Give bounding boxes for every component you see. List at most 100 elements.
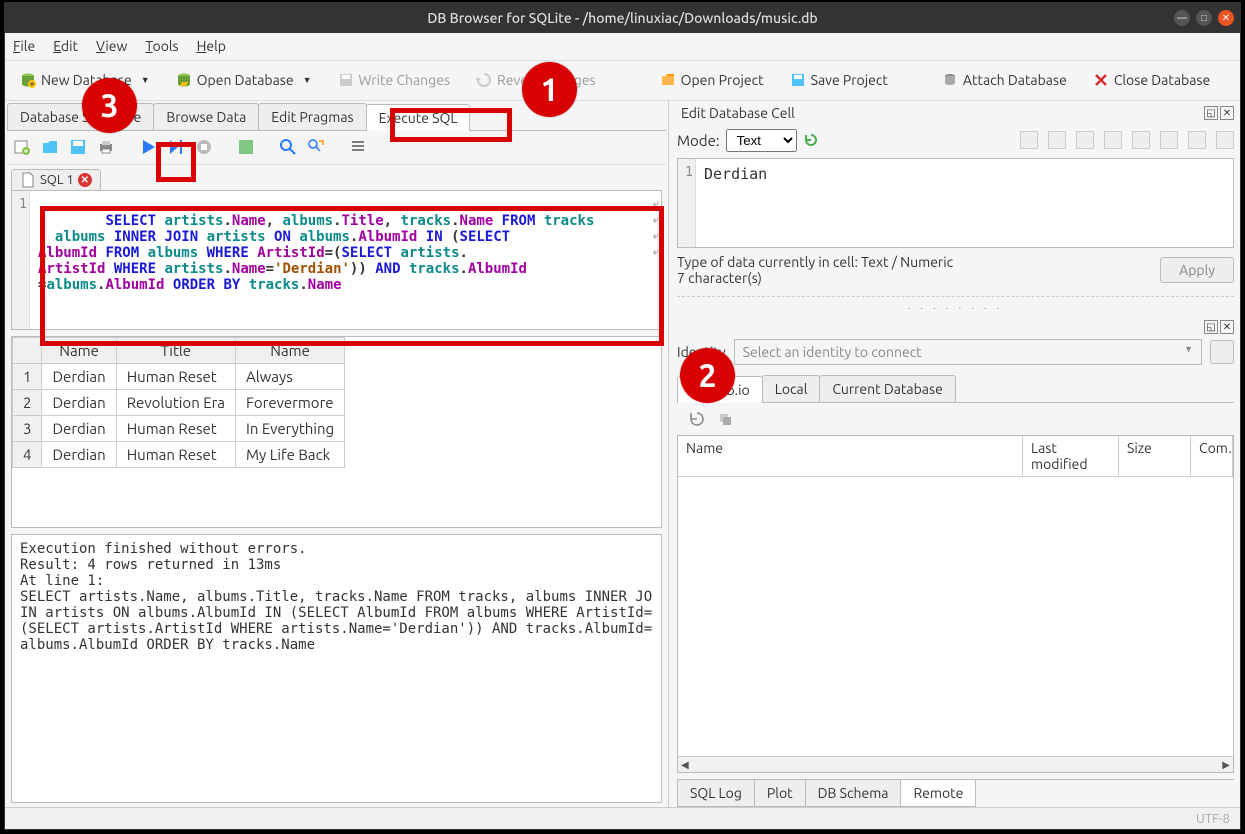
indent-icon[interactable] bbox=[349, 138, 367, 156]
results-grid[interactable]: NameTitleName1DerdianHuman ResetAlways2D… bbox=[11, 336, 662, 528]
cell-editor[interactable]: 1 Derdian bbox=[677, 158, 1234, 248]
horizontal-scrollbar[interactable] bbox=[678, 756, 1233, 772]
import-icon[interactable] bbox=[1160, 131, 1178, 149]
window-close-button[interactable]: ✕ bbox=[1218, 10, 1234, 26]
panel-close-button[interactable]: ✕ bbox=[1220, 106, 1234, 120]
close-database-button[interactable]: Close Database bbox=[1084, 67, 1219, 93]
annotation-badge-3: 3 bbox=[82, 78, 137, 133]
edit-cell-panel-header: Edit Database Cell ◱ ✕ bbox=[677, 103, 1234, 123]
window-minimize-button[interactable]: — bbox=[1174, 10, 1190, 26]
window-title: DB Browser for SQLite - /home/linuxiac/D… bbox=[427, 10, 817, 26]
open-project-icon bbox=[660, 72, 676, 88]
main-toolbar: New Database ▼ Open Database ▼ Write Cha… bbox=[5, 61, 1240, 101]
save-icon bbox=[338, 72, 354, 88]
tab-local[interactable]: Local bbox=[762, 375, 821, 402]
cell-editor-gutter: 1 bbox=[678, 159, 696, 247]
window-maximize-button[interactable]: □ bbox=[1196, 10, 1212, 26]
menu-bar: File Edit View Tools Help bbox=[5, 33, 1240, 61]
tab-execute-sql[interactable]: Execute SQL bbox=[366, 104, 471, 131]
save-sql-icon[interactable] bbox=[69, 138, 87, 156]
apply-button[interactable]: Apply bbox=[1160, 257, 1234, 283]
cell-editor-value[interactable]: Derdian bbox=[696, 159, 775, 247]
open-project-button[interactable]: Open Project bbox=[651, 67, 773, 93]
tab-remote[interactable]: Remote bbox=[900, 780, 976, 807]
new-tab-icon[interactable] bbox=[13, 138, 31, 156]
open-db-label: Open Database bbox=[197, 72, 294, 88]
find-replace-icon[interactable] bbox=[307, 138, 325, 156]
tab-sql-log[interactable]: SQL Log bbox=[677, 780, 755, 807]
format-icon[interactable] bbox=[1048, 131, 1066, 149]
tab-edit-pragmas[interactable]: Edit Pragmas bbox=[258, 103, 366, 130]
print-cell-icon[interactable] bbox=[1216, 131, 1234, 149]
print-icon[interactable] bbox=[97, 138, 115, 156]
col-modified[interactable]: Last modified bbox=[1023, 436, 1119, 476]
copy-icon[interactable] bbox=[1076, 131, 1094, 149]
close-db-icon bbox=[1093, 72, 1109, 88]
sql-file-tab[interactable]: SQL 1 ✕ bbox=[11, 169, 101, 190]
open-sql-icon[interactable] bbox=[41, 138, 59, 156]
annotation-badge-2: 2 bbox=[680, 348, 735, 403]
menu-help[interactable]: Help bbox=[197, 38, 226, 54]
panel-undock-button[interactable]: ◱ bbox=[1204, 106, 1218, 120]
col-name[interactable]: Name bbox=[678, 436, 1023, 476]
annotation-badge-1: 1 bbox=[522, 62, 577, 117]
editor-code[interactable]: SELECT artists.Name, albums.Title, track… bbox=[30, 191, 661, 329]
status-encoding: UTF-8 bbox=[1196, 812, 1230, 826]
col-size[interactable]: Size bbox=[1119, 436, 1191, 476]
status-bar: UTF-8 bbox=[5, 807, 1240, 829]
save-results-icon[interactable] bbox=[237, 138, 255, 156]
export-icon[interactable] bbox=[1132, 131, 1150, 149]
reload-icon[interactable] bbox=[803, 132, 819, 148]
refresh-remote-icon[interactable] bbox=[689, 411, 705, 427]
tab-db-schema[interactable]: DB Schema bbox=[805, 780, 902, 807]
close-db-label: Close Database bbox=[1114, 72, 1210, 88]
menu-view[interactable]: View bbox=[96, 38, 127, 54]
identity-combo[interactable]: Select an identity to connect ▼ bbox=[734, 339, 1202, 365]
remote-file-list[interactable]: Name Last modified Size Com… bbox=[677, 435, 1234, 774]
sql-toolbar bbox=[7, 131, 666, 165]
menu-edit[interactable]: Edit bbox=[53, 38, 78, 54]
write-changes-button[interactable]: Write Changes bbox=[329, 67, 460, 93]
write-label: Write Changes bbox=[359, 72, 451, 88]
tab-browse-data[interactable]: Browse Data bbox=[153, 103, 259, 130]
edit-cell-title: Edit Database Cell bbox=[681, 105, 795, 121]
execution-log[interactable]: Execution finished without errors. Resul… bbox=[11, 534, 662, 804]
identity-settings-button[interactable] bbox=[1210, 340, 1234, 364]
null-icon[interactable] bbox=[1188, 131, 1206, 149]
sql-editor[interactable]: 1 SELECT artists.Name, albums.Title, tra… bbox=[11, 190, 662, 330]
new-database-button[interactable]: New Database ▼ bbox=[11, 67, 159, 93]
mode-label: Mode: bbox=[677, 132, 720, 149]
close-tab-button[interactable]: ✕ bbox=[78, 173, 92, 187]
save-project-button[interactable]: Save Project bbox=[781, 67, 897, 93]
attach-icon bbox=[942, 72, 958, 88]
attach-database-button[interactable]: Attach Database bbox=[933, 67, 1076, 93]
tab-current-db[interactable]: Current Database bbox=[819, 375, 955, 402]
sql-file-tab-label: SQL 1 bbox=[40, 173, 74, 187]
col-commit[interactable]: Com… bbox=[1191, 436, 1233, 476]
paste-icon[interactable] bbox=[1104, 131, 1122, 149]
cell-charcount-label: 7 character(s) bbox=[677, 270, 953, 286]
menu-file[interactable]: File bbox=[13, 38, 35, 54]
execute-button[interactable] bbox=[139, 138, 157, 156]
clone-remote-icon[interactable] bbox=[717, 411, 733, 427]
right-bottom-tabs: SQL Log Plot DB Schema Remote bbox=[677, 779, 1234, 807]
menu-tools[interactable]: Tools bbox=[145, 38, 178, 54]
revert-icon bbox=[476, 72, 492, 88]
find-icon[interactable] bbox=[279, 138, 297, 156]
open-db-icon bbox=[176, 72, 192, 88]
save-project-icon bbox=[790, 72, 806, 88]
stop-icon[interactable] bbox=[195, 138, 213, 156]
remote-tab-strip: DBHub.io Local Current Database bbox=[677, 375, 1234, 403]
mode-select[interactable]: Text bbox=[726, 129, 797, 152]
remote-panel-header: ◱ ✕ bbox=[677, 319, 1234, 335]
text-mode-icon[interactable] bbox=[1020, 131, 1038, 149]
remote-close-button[interactable]: ✕ bbox=[1220, 320, 1234, 334]
cell-type-label: Type of data currently in cell: Text / N… bbox=[677, 254, 953, 270]
tab-plot[interactable]: Plot bbox=[754, 780, 806, 807]
remote-undock-button[interactable]: ◱ bbox=[1204, 320, 1218, 334]
execute-line-icon[interactable] bbox=[167, 138, 185, 156]
open-database-button[interactable]: Open Database ▼ bbox=[167, 67, 321, 93]
save-project-label: Save Project bbox=[811, 72, 888, 88]
new-db-icon bbox=[20, 72, 36, 88]
file-icon bbox=[20, 172, 36, 188]
